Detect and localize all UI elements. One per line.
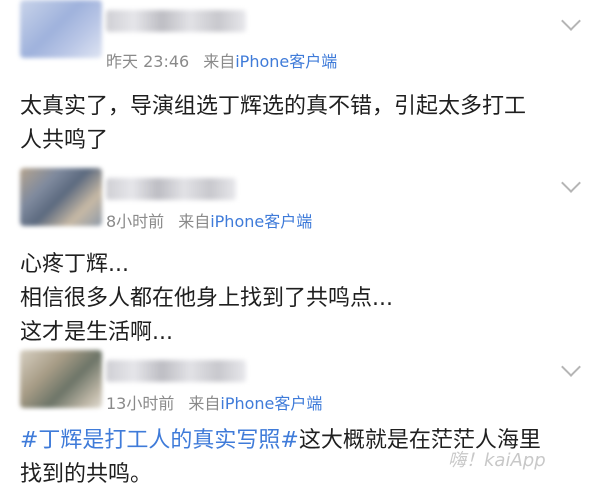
username-blurred[interactable] — [106, 10, 246, 32]
source-client-link[interactable]: iPhone客户端 — [235, 52, 337, 71]
avatar[interactable] — [20, 350, 102, 408]
avatar[interactable] — [20, 0, 102, 58]
chevron-down-icon[interactable] — [561, 173, 581, 193]
comment-line: 这才是生活啊... — [20, 320, 173, 345]
comment-item: 昨天 23:46 来自iPhone客户端 太真实了，导演组选丁辉选的真不错，引起太… — [0, 0, 600, 166]
chevron-down-icon[interactable] — [561, 357, 581, 377]
chevron-down-icon[interactable] — [561, 11, 581, 31]
comment-line: 心疼丁辉... — [20, 252, 129, 277]
comment-text: 太真实了，导演组选丁辉选的真不错，引起太多打工 人共鸣了 — [20, 90, 580, 158]
comment-line: 人共鸣了 — [20, 128, 109, 153]
source-prefix: 来自 — [203, 52, 236, 71]
comment-time: 昨天 23:46 — [106, 52, 190, 71]
comment-line: 相信很多人都在他身上找到了共鸣点... — [20, 286, 393, 311]
hashtag-link[interactable]: #丁辉是打工人的真实写照# — [20, 428, 299, 453]
source-client-link[interactable]: iPhone客户端 — [220, 394, 322, 413]
comment-line: 太真实了，导演组选丁辉选的真不错，引起太多打工 — [20, 94, 527, 119]
comment-meta: 13小时前 来自iPhone客户端 — [106, 390, 322, 414]
comment-meta: 8小时前 来自iPhone客户端 — [106, 208, 312, 232]
comment-time: 13小时前 — [106, 394, 175, 413]
comment-item: 8小时前 来自iPhone客户端 心疼丁辉... 相信很多人都在他身上找到了共鸣点… — [0, 166, 600, 350]
username-blurred[interactable] — [106, 178, 236, 200]
comment-text: 心疼丁辉... 相信很多人都在他身上找到了共鸣点... 这才是生活啊... — [20, 248, 580, 350]
comment-time: 8小时前 — [106, 212, 165, 231]
watermark: 嗨！kaiApp — [448, 450, 546, 471]
username-blurred[interactable] — [106, 360, 246, 382]
source-prefix: 来自 — [178, 212, 211, 231]
source-prefix: 来自 — [188, 394, 221, 413]
comment-meta: 昨天 23:46 来自iPhone客户端 — [106, 48, 337, 72]
avatar[interactable] — [20, 168, 102, 226]
source-client-link[interactable]: iPhone客户端 — [210, 212, 312, 231]
